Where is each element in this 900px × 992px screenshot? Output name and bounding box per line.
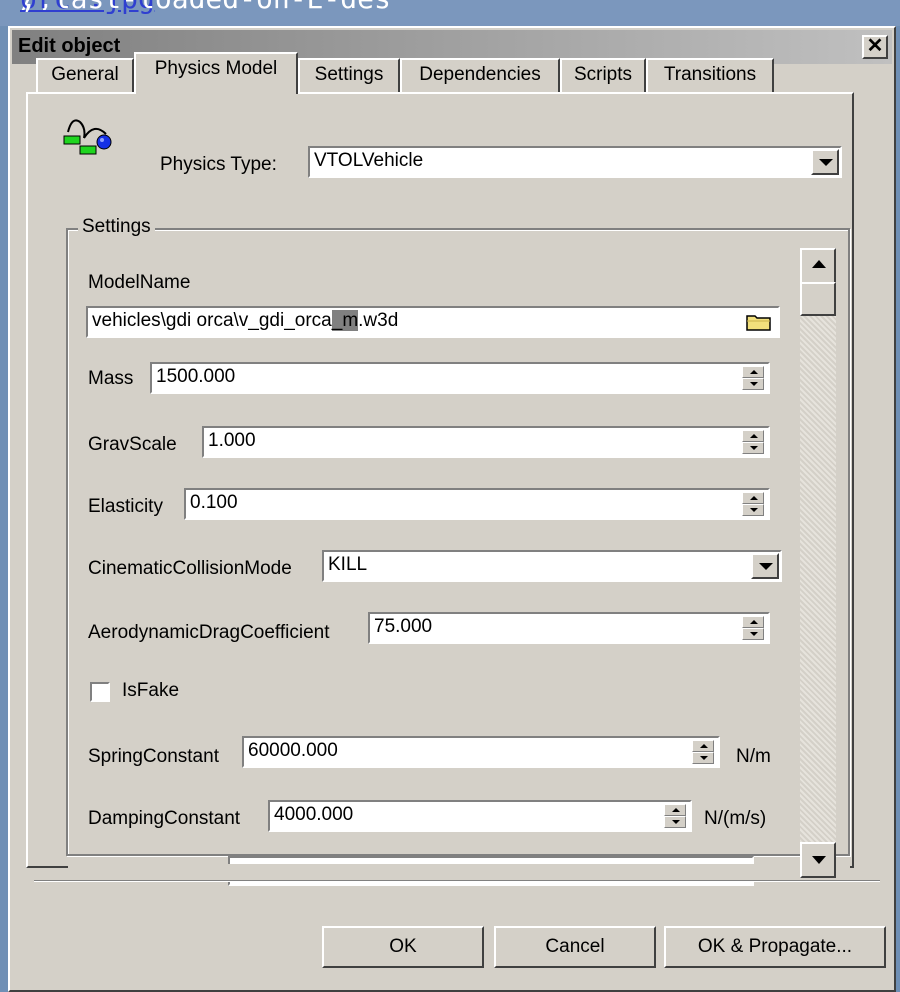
caption-suffix: , last-loaded-on-E-des <box>20 0 391 15</box>
tab-label: Physics Model <box>154 58 278 79</box>
spin-up-icon[interactable] <box>664 804 686 816</box>
cinematic-collision-mode-label: CinematicCollisionMode <box>88 558 292 579</box>
chevron-down-icon <box>759 563 773 570</box>
tab-general[interactable]: General <box>36 58 134 92</box>
grav-scale-spinner[interactable] <box>742 430 764 454</box>
spin-up-icon[interactable] <box>742 366 764 378</box>
tab-transitions[interactable]: Transitions <box>646 58 774 92</box>
spin-up-icon[interactable] <box>742 430 764 442</box>
spring-constant-spinner[interactable] <box>692 740 714 764</box>
spin-down-icon[interactable] <box>664 816 686 828</box>
tab-label: Dependencies <box>419 64 541 85</box>
physics-model-icon <box>63 119 112 155</box>
folder-icon[interactable] <box>744 310 774 334</box>
tab-dependencies[interactable]: Dependencies <box>400 58 560 92</box>
chevron-down-icon <box>819 159 833 166</box>
tab-scripts[interactable]: Scripts <box>560 58 646 92</box>
settings-scrollbar-track[interactable] <box>800 248 836 876</box>
close-button[interactable]: ✕ <box>862 35 888 59</box>
physics-type-label: Physics Type: <box>160 154 277 175</box>
grav-scale-label: GravScale <box>88 434 177 455</box>
spin-down-icon[interactable] <box>742 378 764 390</box>
grav-scale-input[interactable]: 1.000 <box>202 426 770 458</box>
spin-up-icon[interactable] <box>692 740 714 752</box>
model-name-selection: _m <box>331 310 359 331</box>
tab-physics-model[interactable]: Physics Model <box>134 52 298 94</box>
elasticity-value: 0.100 <box>190 492 238 513</box>
damping-constant-input[interactable]: 4000.000 <box>268 800 692 832</box>
mass-spinner[interactable] <box>742 366 764 390</box>
tab-label: Settings <box>314 64 384 85</box>
spin-down-icon[interactable] <box>742 504 764 516</box>
spin-up-icon[interactable] <box>742 616 764 628</box>
aero-drag-label: AerodynamicDragCoefficient <box>88 622 330 643</box>
cinematic-mode-dropdown-button[interactable] <box>751 553 779 579</box>
ok-propagate-button[interactable]: OK & Propagate... <box>664 926 886 968</box>
tab-label: General <box>51 64 119 85</box>
model-name-label: ModelName <box>88 272 191 293</box>
close-icon: ✕ <box>866 35 884 57</box>
physics-type-dropdown-button[interactable] <box>811 149 839 175</box>
cinematic-collision-mode-select[interactable]: KILL <box>322 550 782 582</box>
aero-drag-spinner[interactable] <box>742 616 764 640</box>
damping-constant-label: DampingConstant <box>88 808 241 829</box>
grav-scale-value: 1.000 <box>208 430 256 451</box>
spin-down-icon[interactable] <box>742 628 764 640</box>
scroll-up-icon <box>812 260 826 268</box>
ok-button-label: OK <box>389 936 417 957</box>
scroll-down-button[interactable] <box>800 842 836 878</box>
mass-input[interactable]: 1500.000 <box>150 362 770 394</box>
spring-constant-unit: N/m <box>736 746 771 767</box>
dialog-title: Edit object <box>18 35 121 57</box>
model-name-value-end: .w3d <box>358 310 399 331</box>
scroll-clip-region <box>68 864 850 880</box>
elasticity-input[interactable]: 0.100 <box>184 488 770 520</box>
ok-button[interactable]: OK <box>322 926 484 968</box>
cancel-button-label: Cancel <box>545 936 605 957</box>
elasticity-label: Elasticity <box>88 496 163 517</box>
scroll-up-button[interactable] <box>800 248 836 284</box>
damping-constant-unit: N/(m/s) <box>704 808 767 829</box>
settings-group-label: Settings <box>78 216 155 238</box>
tab-settings[interactable]: Settings <box>298 58 400 92</box>
is-fake-label: IsFake <box>122 680 180 701</box>
cancel-button[interactable]: Cancel <box>494 926 656 968</box>
ok-propagate-button-label: OK & Propagate... <box>697 936 853 957</box>
damping-constant-spinner[interactable] <box>664 804 686 828</box>
background-window-caption: /,orca.jpg, last-loaded-on-E-des <box>0 0 900 26</box>
spin-down-icon[interactable] <box>692 752 714 764</box>
scroll-down-icon <box>812 856 826 864</box>
mass-label: Mass <box>88 368 134 389</box>
mass-value: 1500.000 <box>156 366 236 387</box>
button-separator <box>34 880 880 882</box>
aero-drag-value: 75.000 <box>374 616 433 637</box>
settings-scrollbar-thumb[interactable] <box>800 282 836 316</box>
physics-type-value: VTOLVehicle <box>314 150 424 171</box>
spring-constant-value: 60000.000 <box>248 740 338 761</box>
model-name-value-start: vehicles\gdi orca\v_gdi_orca <box>92 310 332 331</box>
cinematic-collision-mode-value: KILL <box>328 554 368 575</box>
is-fake-checkbox[interactable] <box>90 682 110 702</box>
tab-label: Transitions <box>663 64 757 85</box>
spin-up-icon[interactable] <box>742 492 764 504</box>
damping-constant-value: 4000.000 <box>274 804 354 825</box>
spring-constant-label: SpringConstant <box>88 746 219 767</box>
physics-type-select[interactable]: VTOLVehicle <box>308 146 842 178</box>
spring-constant-input[interactable]: 60000.000 <box>242 736 720 768</box>
elasticity-spinner[interactable] <box>742 492 764 516</box>
model-name-input[interactable]: vehicles\gdi orca\v_gdi_orca_m.w3d <box>86 306 780 338</box>
aero-drag-input[interactable]: 75.000 <box>368 612 770 644</box>
spin-down-icon[interactable] <box>742 442 764 454</box>
tab-label: Scripts <box>573 64 633 85</box>
